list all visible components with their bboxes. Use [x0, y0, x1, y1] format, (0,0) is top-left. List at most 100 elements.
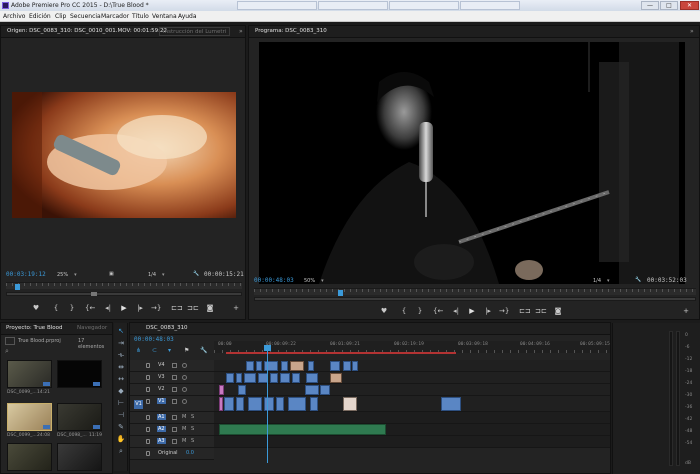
clip[interactable] — [219, 385, 224, 395]
lock-icon[interactable] — [146, 451, 150, 456]
source-current-timecode[interactable]: 00:03:19:12 — [6, 271, 46, 278]
insert-icon[interactable]: ⊏⊐ — [171, 304, 183, 312]
clip[interactable] — [310, 397, 318, 411]
go-to-in-icon[interactable]: {← — [85, 304, 95, 312]
slide-tool-icon[interactable]: ⊣ — [116, 411, 126, 420]
lock-icon[interactable] — [146, 399, 150, 404]
clip[interactable] — [256, 361, 262, 371]
mute-button[interactable]: M — [182, 414, 186, 420]
tab-sequence[interactable]: DSC_0083_310 — [146, 325, 188, 331]
lock-icon[interactable] — [146, 439, 150, 444]
background-window-tab[interactable] — [389, 1, 459, 10]
panel-expand-icon[interactable]: » — [690, 28, 694, 35]
solo-button[interactable]: S — [191, 414, 194, 420]
program-video-frame[interactable] — [259, 42, 685, 284]
background-window-tab[interactable] — [318, 1, 388, 10]
project-thumbnail[interactable] — [57, 360, 102, 388]
eye-icon[interactable] — [182, 375, 187, 380]
export-frame-icon[interactable]: ◙ — [205, 304, 215, 312]
selection-tool-icon[interactable]: ↖ — [116, 327, 126, 336]
clip[interactable] — [246, 361, 254, 371]
project-thumbnail[interactable] — [57, 443, 102, 471]
clip[interactable] — [270, 373, 278, 383]
wrench-icon[interactable]: 🔧 — [200, 347, 207, 354]
hand-tool-icon[interactable]: ✋ — [116, 435, 126, 444]
lock-icon[interactable] — [146, 415, 150, 420]
clip[interactable] — [290, 361, 304, 371]
source-zoom-select[interactable]: 25% ▾ — [57, 272, 77, 278]
project-thumbnail-selected[interactable] — [7, 403, 52, 431]
step-forward-icon[interactable]: |▸ — [135, 304, 145, 312]
source-resolution-select[interactable]: 1/4 ▾ — [148, 272, 165, 278]
work-area-bar[interactable] — [226, 352, 456, 354]
eye-icon[interactable] — [182, 363, 187, 368]
rate-stretch-tool-icon[interactable]: ↔ — [116, 375, 126, 384]
track-header-a2[interactable]: A2 M S — [130, 424, 214, 436]
source-playhead[interactable] — [15, 284, 20, 290]
go-to-in-icon[interactable]: {← — [433, 307, 443, 315]
scrollbar-handle[interactable] — [91, 292, 97, 296]
sync-lock-icon[interactable] — [172, 427, 177, 432]
rolling-edit-tool-icon[interactable]: ⇹ — [116, 363, 126, 372]
go-to-out-icon[interactable]: →} — [151, 304, 161, 312]
mute-button[interactable]: M — [182, 426, 186, 432]
clip[interactable] — [226, 373, 234, 383]
zoom-tool-icon[interactable]: ⌕ — [116, 447, 126, 456]
clip[interactable] — [330, 373, 342, 383]
eye-icon[interactable] — [182, 387, 187, 392]
tab-navigator[interactable]: Navegador — [77, 325, 107, 331]
mark-in-icon[interactable]: { — [399, 307, 409, 315]
sync-lock-icon[interactable] — [172, 439, 177, 444]
background-window-tab[interactable] — [460, 1, 520, 10]
mute-button[interactable]: M — [182, 438, 186, 444]
mark-in-icon[interactable]: { — [51, 304, 61, 312]
clip[interactable] — [281, 361, 288, 371]
track-header-v2[interactable]: V2 — [130, 384, 214, 396]
lift-icon[interactable]: ⊏⊐ — [519, 307, 531, 315]
menu-marcador[interactable]: Marcador — [101, 13, 129, 20]
tab-project[interactable]: Proyecto: True Blood — [6, 325, 62, 331]
clip[interactable] — [238, 385, 246, 395]
mark-out-icon[interactable]: } — [67, 304, 77, 312]
settings-icon[interactable]: ▣ — [109, 271, 114, 277]
menu-archivo[interactable]: Archivo — [3, 13, 25, 20]
project-thumbnail[interactable] — [7, 443, 52, 471]
sync-lock-icon[interactable] — [172, 399, 177, 404]
clip[interactable] — [308, 361, 314, 371]
menu-edicion[interactable]: Edición — [29, 13, 51, 20]
clip[interactable] — [320, 385, 330, 395]
maximize-button[interactable]: □ — [660, 1, 678, 10]
step-forward-icon[interactable]: |▸ — [483, 307, 493, 315]
step-back-icon[interactable]: ◂| — [103, 304, 113, 312]
clip[interactable] — [343, 361, 351, 371]
track-lane-a3[interactable] — [214, 436, 610, 448]
master-track-header[interactable]: Original 0.0 — [130, 448, 214, 460]
extract-icon[interactable]: ⊐⊏ — [535, 307, 547, 315]
go-to-out-icon[interactable]: →} — [499, 307, 509, 315]
clip[interactable] — [330, 361, 340, 371]
linked-selection-icon[interactable]: ⊂ — [152, 347, 157, 354]
menu-clip[interactable]: Clip — [55, 13, 66, 20]
clip[interactable] — [305, 385, 319, 395]
menu-secuencia[interactable]: Secuencia — [70, 13, 101, 20]
lock-icon[interactable] — [146, 387, 150, 392]
playhead-cap[interactable] — [264, 345, 271, 351]
eye-icon[interactable] — [182, 399, 187, 404]
timeline-playhead[interactable] — [264, 345, 271, 463]
track-header-v4[interactable]: V4 — [130, 360, 214, 372]
clip[interactable] — [280, 373, 290, 383]
project-thumbnail[interactable] — [7, 360, 52, 388]
clip[interactable] — [236, 373, 242, 383]
wrench-icon[interactable]: 🔧 — [193, 271, 199, 277]
add-button-icon[interactable]: + — [681, 307, 691, 315]
audio-clip[interactable] — [219, 424, 386, 435]
marker-flag-icon[interactable]: ⚑ — [184, 347, 189, 354]
project-thumbnail[interactable] — [57, 403, 102, 431]
clip[interactable] — [306, 373, 318, 383]
mark-out-icon[interactable]: } — [415, 307, 425, 315]
clip[interactable] — [288, 397, 306, 411]
tab-source[interactable]: Origen: DSC_0083_310: DSC_0010_001.MOV: … — [7, 28, 167, 34]
sync-lock-icon[interactable] — [172, 387, 177, 392]
track-lane-a1[interactable] — [214, 412, 610, 424]
marker-icon[interactable]: ♥ — [379, 307, 389, 315]
